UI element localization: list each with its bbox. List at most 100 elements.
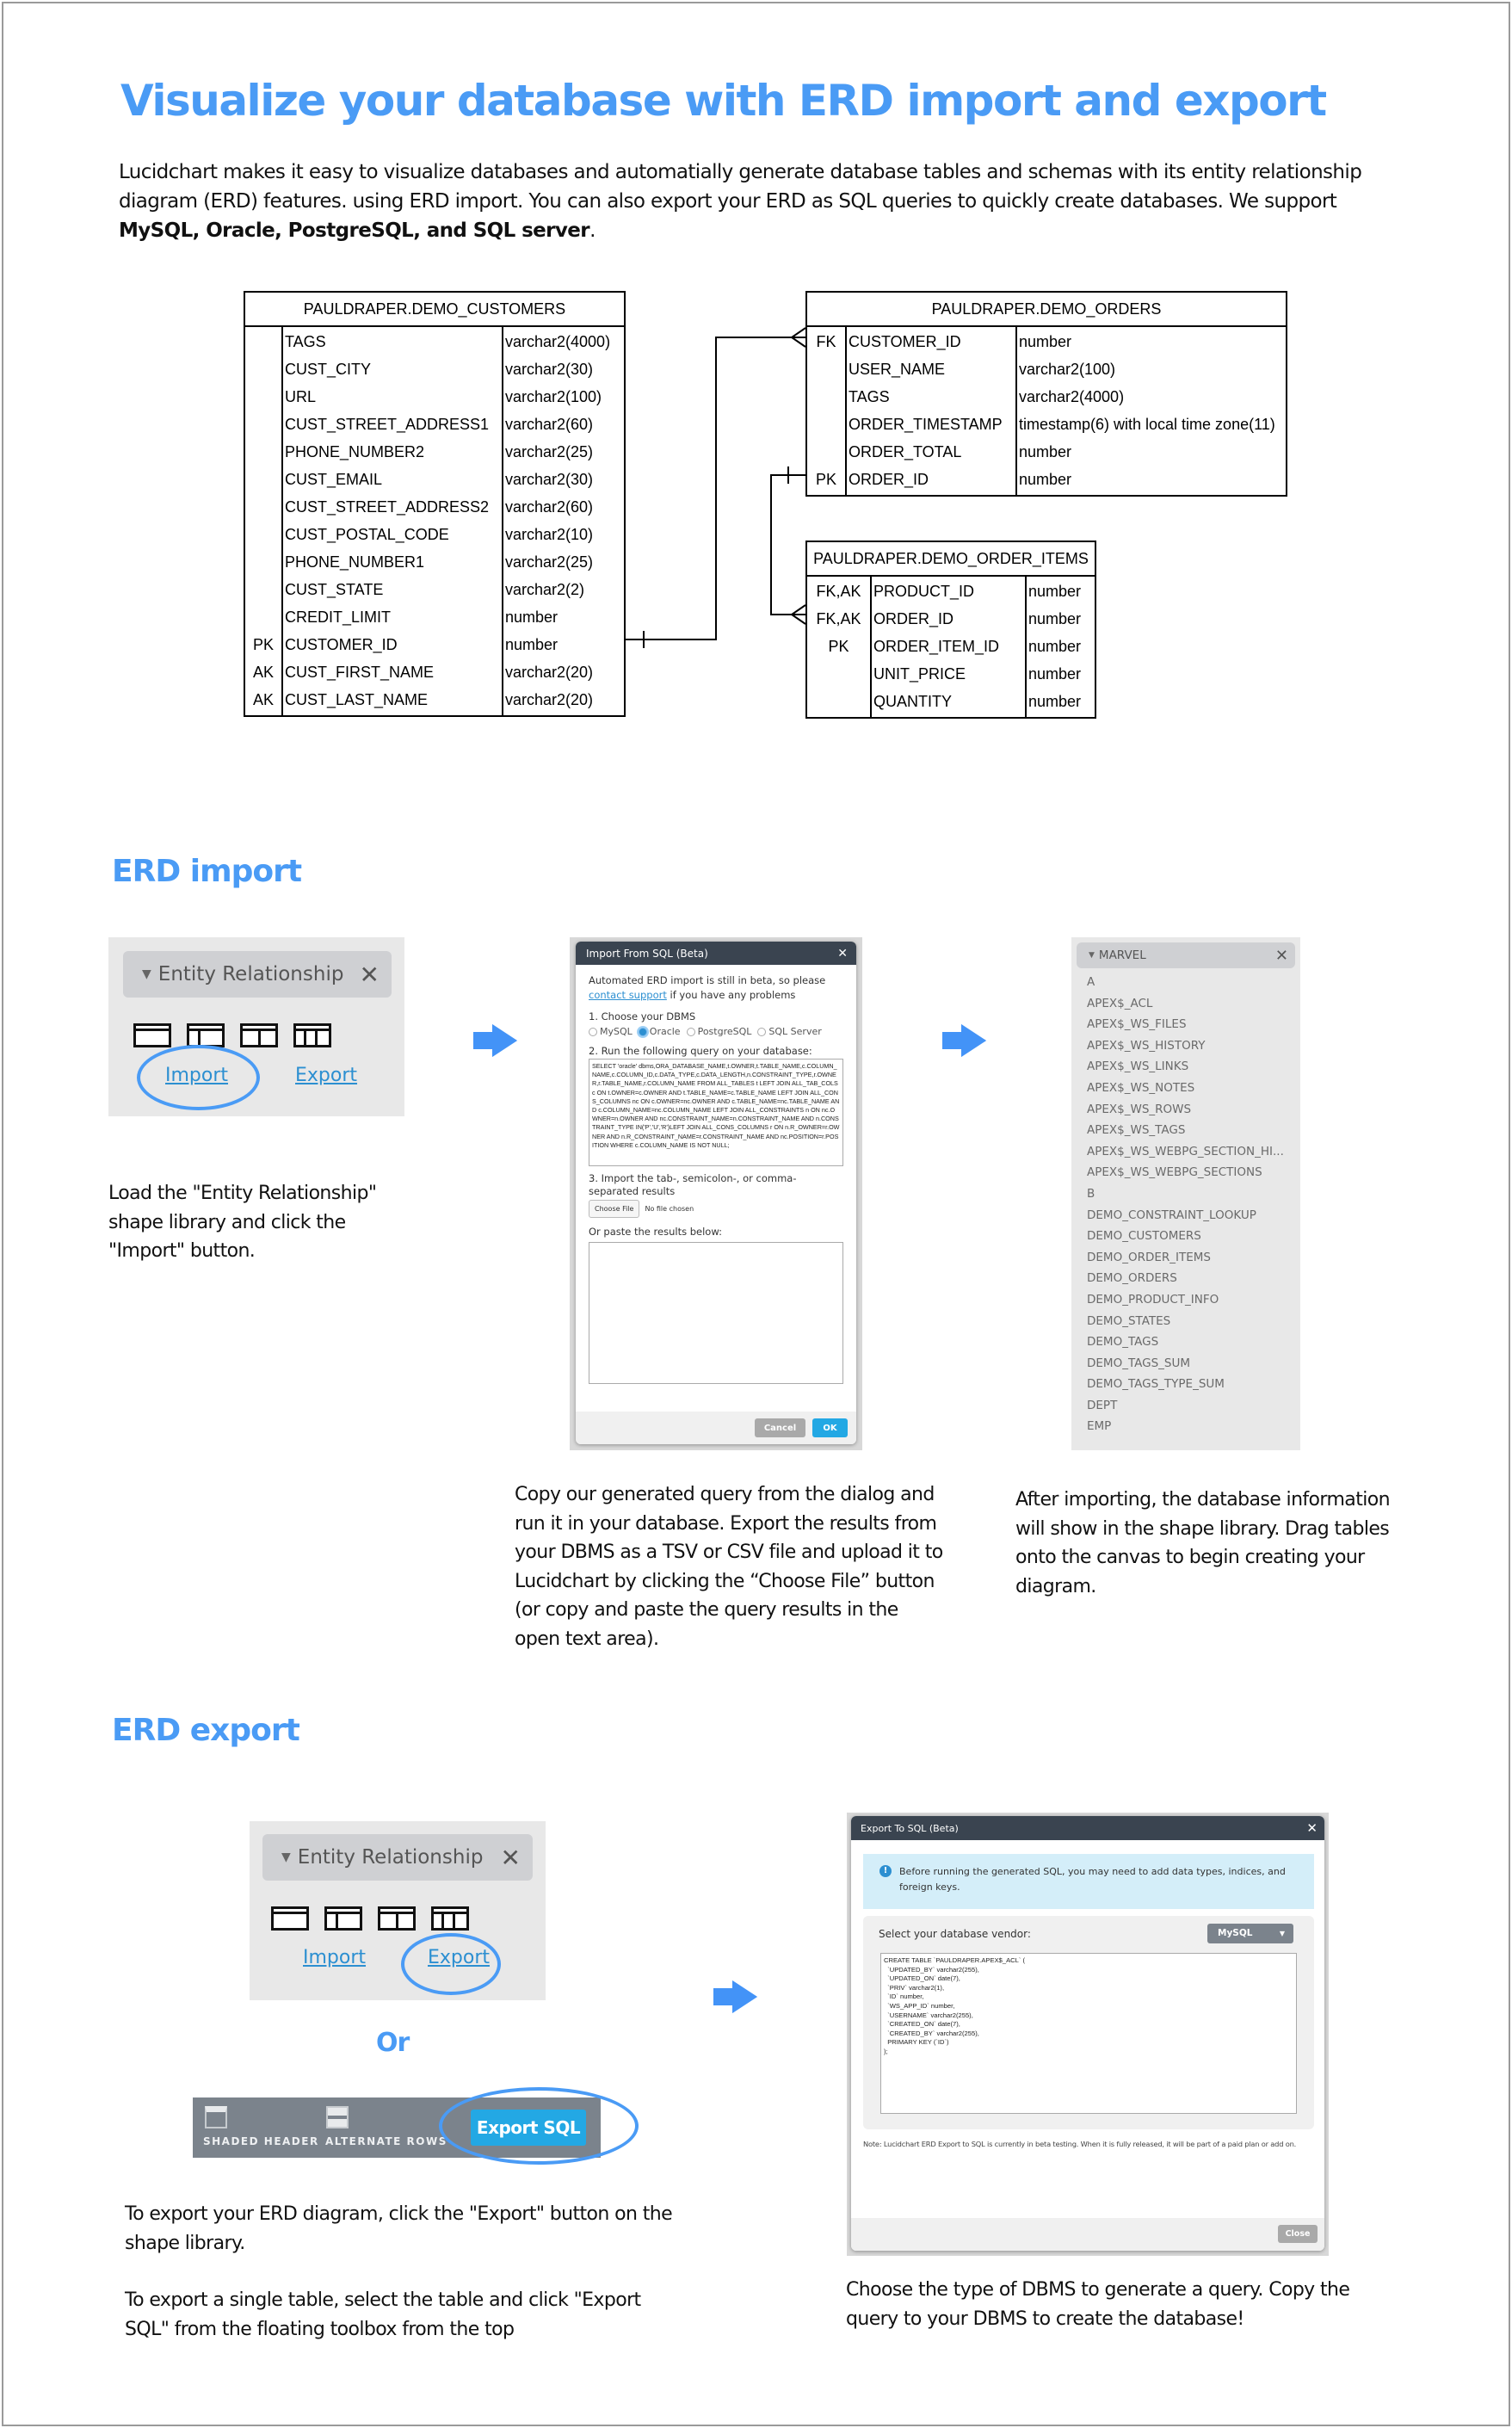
radio-button[interactable] xyxy=(589,1028,597,1036)
erd-column-name: TAGS xyxy=(285,332,326,350)
import-link[interactable]: Import xyxy=(303,1947,366,1968)
export-caption-1: To export your ERD diagram, click the "E… xyxy=(125,2203,673,2254)
erd-column-row: PK ORDER_ID number xyxy=(807,466,1286,493)
vendor-label: Select your database vendor: xyxy=(879,1928,1031,1940)
entity-shape-3col-icon[interactable] xyxy=(293,1023,331,1047)
library-table-item[interactable]: B xyxy=(1087,1183,1284,1205)
shaded-header-option[interactable]: SHADED HEADER xyxy=(203,2135,319,2147)
shape-library-header[interactable]: ▼ Entity Relationship ✕ xyxy=(123,951,392,998)
sql-output-textbox[interactable]: CREATE TABLE `PAULDRAPER.APEX$_ACL` ( `U… xyxy=(880,1953,1297,2114)
close-button[interactable]: Close xyxy=(1278,2225,1318,2243)
library-table-item[interactable]: APEX$_WS_WEBPG_SECTIONS xyxy=(1087,1162,1284,1183)
radio-button[interactable] xyxy=(757,1028,767,1036)
import-step3-caption: After importing, the database informatio… xyxy=(1015,1489,1391,1597)
contact-support-link[interactable]: contact support xyxy=(589,989,667,1001)
erd-column-name: ORDER_ITEM_ID xyxy=(873,637,1000,655)
dbms-radio-option[interactable]: PostgreSQL xyxy=(686,1026,751,1037)
radio-button[interactable] xyxy=(686,1028,695,1036)
cancel-button[interactable]: Cancel xyxy=(755,1418,805,1437)
close-icon[interactable]: ✕ xyxy=(360,961,380,989)
library-table-item[interactable]: APEX$_WS_FILES xyxy=(1087,1014,1284,1035)
info-text: Before running the generated SQL, you ma… xyxy=(899,1866,1286,1893)
library-table-item[interactable]: DEMO_CUSTOMERS xyxy=(1087,1226,1284,1247)
library-table-item[interactable]: APEX$_WS_ROWS xyxy=(1087,1099,1284,1121)
erd-column-row: CUST_CITY varchar2(30) xyxy=(245,355,624,383)
no-file-chosen-text: No file chosen xyxy=(645,1205,694,1213)
choose-file-button[interactable]: Choose File xyxy=(589,1200,640,1218)
erd-column-row: CUST_STREET_ADDRESS1 varchar2(60) xyxy=(245,411,624,438)
collapse-triangle-icon[interactable]: ▼ xyxy=(142,967,151,981)
collapse-triangle-icon[interactable]: ▼ xyxy=(1089,951,1095,960)
marvel-library-title: MARVEL xyxy=(1098,948,1146,962)
dbms-radio-option[interactable]: MySQL xyxy=(589,1026,633,1037)
erd-column-name: CUST_FIRST_NAME xyxy=(285,663,435,681)
export-caption-3: Choose the type of DBMS to generate a qu… xyxy=(846,2279,1350,2330)
shaded-header-icon[interactable] xyxy=(205,2106,227,2128)
erd-key: PK xyxy=(252,635,274,653)
entity-shape-2col-icon[interactable] xyxy=(187,1023,225,1047)
library-table-item[interactable]: DEMO_CONSTRAINT_LOOKUP xyxy=(1087,1205,1284,1226)
ok-button[interactable]: OK xyxy=(812,1418,848,1437)
vendor-select[interactable]: MySQL ▼ xyxy=(1207,1924,1293,1943)
erd-column-name: CUST_STREET_ADDRESS2 xyxy=(285,497,490,516)
dbms-option-label: MySQL xyxy=(600,1026,633,1037)
dbms-radio-option[interactable]: Oracle xyxy=(638,1026,681,1037)
erd-table-title: PAULDRAPER.DEMO_ORDER_ITEMS xyxy=(807,542,1095,577)
export-link[interactable]: Export xyxy=(295,1065,357,1086)
close-icon[interactable]: ✕ xyxy=(1275,947,1288,965)
erd-column-row: ORDER_TIMESTAMP timestamp(6) with local t… xyxy=(807,411,1286,438)
shape-library-header[interactable]: ▼ Entity Relationship ✕ xyxy=(262,1834,533,1881)
info-banner: ! Before running the generated SQL, you … xyxy=(863,1854,1314,1909)
library-table-item[interactable]: APEX$_WS_NOTES xyxy=(1087,1078,1284,1099)
library-table-item[interactable]: APEX$_WS_LINKS xyxy=(1087,1056,1284,1078)
library-table-item[interactable]: DEMO_PRODUCT_INFO xyxy=(1087,1289,1284,1311)
library-table-item[interactable]: DEPT xyxy=(1087,1395,1284,1417)
library-table-item[interactable]: APEX$_WS_WEBPG_SECTION_HI... xyxy=(1087,1141,1284,1163)
erd-column-type: varchar2(20) xyxy=(505,663,594,681)
erd-column-type: number xyxy=(1019,332,1072,350)
erd-column-name: CUSTOMER_ID xyxy=(285,635,398,653)
erd-column-name: CUST_STREET_ADDRESS1 xyxy=(285,415,490,433)
close-icon[interactable]: ✕ xyxy=(501,1844,521,1872)
library-table-item[interactable]: DEMO_TAGS_SUM xyxy=(1087,1353,1284,1375)
dbms-radio-option[interactable]: SQL Server xyxy=(757,1026,822,1037)
marvel-library-header[interactable]: ▼ MARVEL ✕ xyxy=(1077,942,1295,968)
close-icon[interactable]: ✕ xyxy=(837,947,848,961)
entity-shape-icon[interactable] xyxy=(271,1906,309,1931)
entity-shape-icon[interactable] xyxy=(133,1023,171,1047)
library-table-item[interactable]: DEMO_ORDERS xyxy=(1087,1268,1284,1289)
entity-shape-3col-icon[interactable] xyxy=(431,1906,469,1931)
entity-shape-split-icon[interactable] xyxy=(378,1906,416,1931)
page-title: Visualize your database with ERD import … xyxy=(120,76,1327,126)
paste-results-textarea[interactable] xyxy=(589,1242,843,1384)
library-table-item[interactable]: EMP xyxy=(1087,1416,1284,1437)
highlight-oval xyxy=(401,1933,501,1995)
library-table-item[interactable]: APEX$_WS_HISTORY xyxy=(1087,1035,1284,1057)
entity-shape-split-icon[interactable] xyxy=(240,1023,278,1047)
erd-table[interactable]: PAULDRAPER.DEMO_ORDER_ITEMS FK,AK PRODUCT_… xyxy=(805,541,1096,719)
library-table-item[interactable]: DEMO_STATES xyxy=(1087,1311,1284,1332)
close-icon[interactable]: ✕ xyxy=(1306,1820,1318,1836)
library-table-item[interactable]: APEX$_WS_TAGS xyxy=(1087,1120,1284,1141)
library-table-item[interactable]: DEMO_TAGS xyxy=(1087,1331,1284,1353)
erd-column-type: varchar2(30) xyxy=(505,470,594,488)
alternate-rows-icon[interactable] xyxy=(326,2106,349,2128)
erd-table[interactable]: PAULDRAPER.DEMO_ORDERS FK CUSTOMER_ID numbe… xyxy=(805,291,1287,497)
erd-column-name: ORDER_TIMESTAMP xyxy=(849,415,1003,433)
erd-column-type: varchar2(25) xyxy=(505,553,594,571)
collapse-triangle-icon[interactable]: ▼ xyxy=(281,1850,291,1864)
arrow-right-icon xyxy=(712,1977,761,2017)
query-textbox[interactable]: SELECT 'oracle' dbms,ORA_DATABASE_NAME,t… xyxy=(589,1059,843,1166)
radio-button[interactable] xyxy=(638,1028,647,1036)
library-table-item[interactable]: DEMO_ORDER_ITEMS xyxy=(1087,1247,1284,1269)
alternate-rows-option[interactable]: ALTERNATE ROWS xyxy=(325,2135,447,2147)
library-table-item[interactable]: APEX$_ACL xyxy=(1087,993,1284,1015)
notice-text: Automated ERD import is still in beta, s… xyxy=(589,974,826,986)
library-table-item[interactable]: DEMO_TAGS_TYPE_SUM xyxy=(1087,1374,1284,1395)
entity-shape-2col-icon[interactable] xyxy=(324,1906,362,1931)
erd-column-name: CUSTOMER_ID xyxy=(849,332,961,350)
erd-table[interactable]: PAULDRAPER.DEMO_CUSTOMERS TAGS varchar2(40… xyxy=(244,291,626,717)
library-table-item[interactable]: A xyxy=(1087,972,1284,993)
notice-suffix: if you have any problems xyxy=(666,989,796,1001)
shape-library-title: Entity Relationship xyxy=(157,963,344,985)
